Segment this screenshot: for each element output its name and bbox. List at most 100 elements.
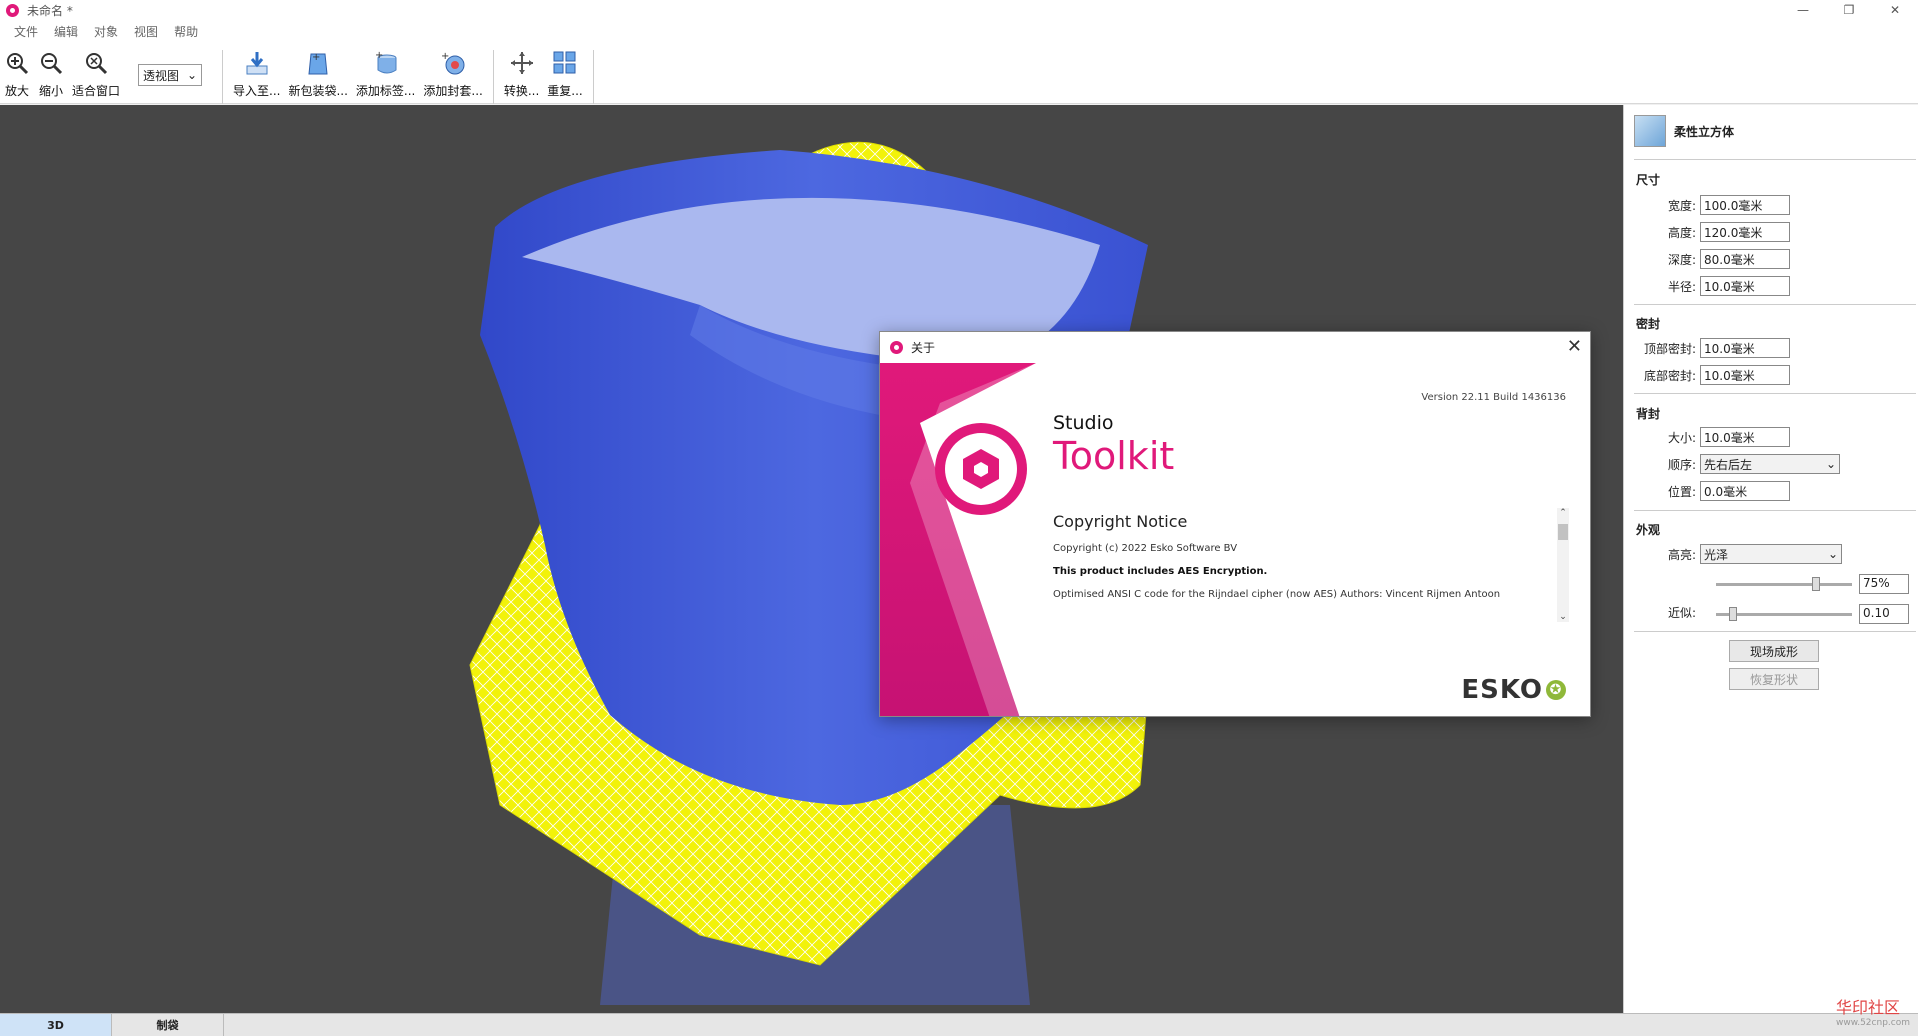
- top-seal-field[interactable]: 10.0毫米: [1700, 338, 1790, 358]
- approx-label: 近似:: [1667, 606, 1696, 620]
- width-field[interactable]: 100.0毫米: [1700, 195, 1790, 215]
- bottom-seal-label: 底部密封:: [1643, 368, 1696, 383]
- menu-object[interactable]: 对象: [86, 23, 126, 40]
- toolbar: 放大 缩小 适合窗口 透视图 ⌄ 导入至... + 新包装袋... + 添加标签…: [0, 42, 1918, 104]
- maximize-button[interactable]: ❐: [1826, 0, 1872, 20]
- new-bag-icon: +: [305, 50, 331, 76]
- repeat-button[interactable]: 重复...: [547, 50, 583, 99]
- depth-field[interactable]: 80.0毫米: [1700, 249, 1790, 269]
- cube-icon: [1634, 115, 1666, 147]
- position-field[interactable]: 0.0毫米: [1700, 481, 1790, 501]
- optimised-line: Optimised ANSI C code for the Rijndael c…: [1053, 589, 1501, 600]
- copyright-heading: Copyright Notice: [1053, 512, 1188, 531]
- watermark-title: 华印社区: [1835, 998, 1900, 1017]
- divider: [1634, 631, 1916, 632]
- menu-edit[interactable]: 编辑: [46, 23, 86, 40]
- app-icon: [890, 340, 903, 354]
- top-seal-row: 顶部密封: 10.0毫米: [1624, 338, 1790, 358]
- toolbar-separator: [592, 50, 594, 104]
- depth-label: 深度:: [1667, 252, 1696, 267]
- toolbar-separator: [492, 50, 494, 104]
- svg-text:+: +: [441, 51, 449, 62]
- scroll-down-icon[interactable]: ⌄: [1557, 612, 1569, 622]
- watermark-url: www.52cnp.com: [1835, 1018, 1910, 1028]
- radius-row: 半径: 10.0毫米: [1624, 276, 1790, 296]
- approx-row: 近似:: [1624, 604, 1700, 621]
- copyright-line: Copyright (c) 2022 Esko Software BV: [1053, 543, 1238, 554]
- view-tabs: 3D 制袋: [0, 1013, 1918, 1036]
- highlight-percent-field[interactable]: 75%: [1859, 574, 1909, 594]
- svg-text:+: +: [312, 52, 320, 63]
- close-icon[interactable]: ✕: [1567, 336, 1582, 357]
- order-row: 顺序: 先右后左 ⌄: [1624, 454, 1840, 474]
- chevron-down-icon: ⌄: [186, 68, 198, 82]
- window-title: 未命名 *: [27, 3, 73, 18]
- depth-row: 深度: 80.0毫米: [1624, 249, 1790, 269]
- bottom-seal-field[interactable]: 10.0毫米: [1700, 365, 1790, 385]
- import-to-button[interactable]: 导入至...: [233, 50, 280, 99]
- highlight-slider[interactable]: [1716, 574, 1852, 594]
- height-field[interactable]: 120.0毫米: [1700, 222, 1790, 242]
- height-row: 高度: 120.0毫米: [1624, 222, 1790, 242]
- approx-value-field[interactable]: 0.10: [1859, 604, 1909, 624]
- divider: [1634, 159, 1916, 160]
- menu-file[interactable]: 文件: [6, 23, 46, 40]
- zoom-out-button[interactable]: 缩小: [38, 50, 64, 99]
- chevron-down-icon: ⌄: [1827, 547, 1838, 561]
- size-section-title: 尺寸: [1636, 173, 1661, 187]
- esko-logo: ESKO ✪: [1461, 675, 1566, 705]
- brand-graphic: [880, 363, 1036, 716]
- highlight-label: 高亮:: [1667, 547, 1696, 562]
- menu-view[interactable]: 视图: [126, 23, 166, 40]
- approx-slider[interactable]: [1716, 604, 1852, 624]
- tab-3d[interactable]: 3D: [0, 1014, 112, 1036]
- fit-window-icon: [83, 50, 109, 76]
- approx-slider-thumb[interactable]: [1728, 606, 1737, 621]
- window-controls: — ❐ ✕: [1780, 0, 1918, 20]
- highlight-select[interactable]: 光泽 ⌄: [1700, 544, 1842, 564]
- dialog-title-bar: 关于: [880, 332, 1590, 362]
- view-mode-value: 透视图: [143, 68, 180, 83]
- add-label-icon: +: [373, 50, 399, 76]
- order-label: 顺序:: [1667, 457, 1696, 472]
- seal-section-title: 密封: [1636, 317, 1661, 331]
- grid-icon: [552, 50, 578, 76]
- view-mode-select[interactable]: 透视图 ⌄: [138, 64, 203, 86]
- about-dialog: 关于 ✕ Version 22.11 Build 1436136 Studio …: [879, 331, 1591, 717]
- add-seal-button[interactable]: + 添加封套...: [423, 50, 482, 99]
- close-window-button[interactable]: ✕: [1872, 0, 1918, 20]
- zoom-out-label: 缩小: [38, 84, 63, 98]
- back-seal-section-title: 背封: [1636, 407, 1661, 421]
- transform-button[interactable]: 转换...: [504, 50, 539, 99]
- scrollbar-thumb[interactable]: [1558, 524, 1568, 540]
- width-row: 宽度: 100.0毫米: [1624, 195, 1790, 215]
- move-arrows-icon: [509, 50, 535, 76]
- minimize-button[interactable]: —: [1780, 0, 1826, 20]
- highlight-slider-thumb[interactable]: [1812, 576, 1820, 591]
- radius-field[interactable]: 10.0毫米: [1700, 276, 1790, 296]
- zoom-in-label: 放大: [4, 84, 29, 98]
- form-in-place-button[interactable]: 现场成形: [1729, 640, 1819, 662]
- zoom-in-button[interactable]: 放大: [4, 50, 30, 99]
- object-header: 柔性立方体: [1634, 115, 1734, 147]
- fit-window-button[interactable]: 适合窗口: [72, 50, 120, 99]
- back-seal-size-row: 大小: 10.0毫米: [1624, 427, 1790, 447]
- chevron-down-icon: ⌄: [1825, 457, 1836, 471]
- copyright-box[interactable]: Copyright Notice Copyright (c) 2022 Esko…: [1053, 508, 1569, 622]
- restore-shape-button[interactable]: 恢复形状: [1729, 668, 1819, 690]
- repeat-label: 重复...: [547, 84, 583, 98]
- aes-line: This product includes AES Encryption.: [1053, 566, 1268, 577]
- position-label: 位置:: [1667, 484, 1696, 499]
- watermark: 华印社区 www.52cnp.com: [1836, 994, 1910, 1028]
- add-label-button[interactable]: + 添加标签...: [356, 50, 415, 99]
- product-name-studio: Studio: [1053, 412, 1114, 434]
- order-select[interactable]: 先右后左 ⌄: [1700, 454, 1840, 474]
- copyright-scrollbar[interactable]: ⌃ ⌄: [1557, 508, 1569, 622]
- scroll-up-icon[interactable]: ⌃: [1557, 508, 1569, 518]
- import-icon: [244, 50, 270, 76]
- tab-bag-making[interactable]: 制袋: [112, 1014, 224, 1036]
- new-bag-button[interactable]: + 新包装袋...: [288, 50, 347, 99]
- back-seal-size-field[interactable]: 10.0毫米: [1700, 427, 1790, 447]
- menu-help[interactable]: 帮助: [166, 23, 206, 40]
- divider: [1634, 510, 1916, 511]
